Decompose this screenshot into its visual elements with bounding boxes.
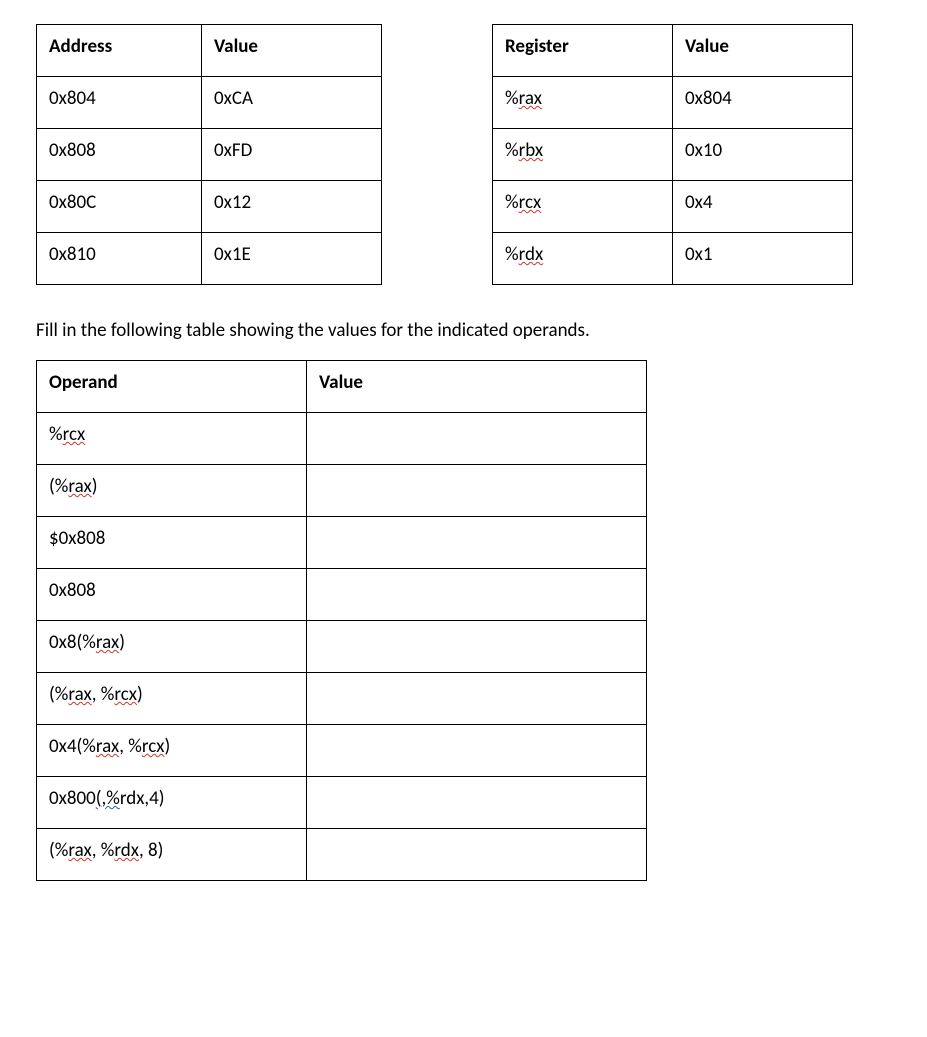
table-row: %rax 0x804 xyxy=(493,77,853,129)
memory-value: 0xCA xyxy=(202,77,382,129)
table-row: 0x808 0xFD xyxy=(37,129,382,181)
register-header-register: Register xyxy=(493,25,673,77)
operand-value-cell xyxy=(307,621,647,673)
operand-cell: (%rax, %rcx) xyxy=(37,673,307,725)
register-table: Register Value %rax 0x804 %rbx 0x10 %rcx… xyxy=(492,24,853,285)
register-name: %rcx xyxy=(493,181,673,233)
table-row: 0x8(%rax) xyxy=(37,621,647,673)
register-value: 0x10 xyxy=(673,129,853,181)
register-name: %rdx xyxy=(493,233,673,285)
memory-value: 0x1E xyxy=(202,233,382,285)
register-value: 0x4 xyxy=(673,181,853,233)
table-row: 0x800(,%rdx,4) xyxy=(37,777,647,829)
operand-value-cell xyxy=(307,673,647,725)
memory-value: 0x12 xyxy=(202,181,382,233)
table-row: 0x808 xyxy=(37,569,647,621)
memory-address: 0x808 xyxy=(37,129,202,181)
top-tables-row: Address Value 0x804 0xCA 0x808 0xFD 0x80… xyxy=(36,24,891,285)
table-header-row: Operand Value xyxy=(37,361,647,413)
register-header-value: Value xyxy=(673,25,853,77)
memory-table: Address Value 0x804 0xCA 0x808 0xFD 0x80… xyxy=(36,24,382,285)
table-row: %rbx 0x10 xyxy=(493,129,853,181)
table-row: (%rax, %rcx) xyxy=(37,673,647,725)
memory-value: 0xFD xyxy=(202,129,382,181)
memory-header-value: Value xyxy=(202,25,382,77)
operand-header-value: Value xyxy=(307,361,647,413)
table-row: 0x810 0x1E xyxy=(37,233,382,285)
table-row: (%rax, %rdx, 8) xyxy=(37,829,647,881)
table-row: (%rax) xyxy=(37,465,647,517)
operand-cell: %rcx xyxy=(37,413,307,465)
operand-value-cell xyxy=(307,517,647,569)
operand-header-operand: Operand xyxy=(37,361,307,413)
memory-address: 0x80C xyxy=(37,181,202,233)
operand-cell: 0x800(,%rdx,4) xyxy=(37,777,307,829)
memory-address: 0x804 xyxy=(37,77,202,129)
operand-cell: $0x808 xyxy=(37,517,307,569)
operand-value-cell xyxy=(307,569,647,621)
operand-cell: (%rax, %rdx, 8) xyxy=(37,829,307,881)
operand-value-cell xyxy=(307,829,647,881)
table-header-row: Register Value xyxy=(493,25,853,77)
operand-value-cell xyxy=(307,413,647,465)
operand-cell: 0x8(%rax) xyxy=(37,621,307,673)
table-row: 0x804 0xCA xyxy=(37,77,382,129)
operand-cell: 0x4(%rax, %rcx) xyxy=(37,725,307,777)
instruction-text: Fill in the following table showing the … xyxy=(36,319,891,342)
register-name: %rax xyxy=(493,77,673,129)
table-row: 0x80C 0x12 xyxy=(37,181,382,233)
register-value: 0x1 xyxy=(673,233,853,285)
operand-value-cell xyxy=(307,777,647,829)
table-row: 0x4(%rax, %rcx) xyxy=(37,725,647,777)
operand-cell: 0x808 xyxy=(37,569,307,621)
register-value: 0x804 xyxy=(673,77,853,129)
operand-value-cell xyxy=(307,465,647,517)
operand-table: Operand Value %rcx(%rax)$0x8080x8080x8(%… xyxy=(36,360,647,881)
register-name: %rbx xyxy=(493,129,673,181)
table-row: %rcx xyxy=(37,413,647,465)
table-row: %rcx 0x4 xyxy=(493,181,853,233)
table-row: $0x808 xyxy=(37,517,647,569)
table-row: %rdx 0x1 xyxy=(493,233,853,285)
operand-cell: (%rax) xyxy=(37,465,307,517)
operand-value-cell xyxy=(307,725,647,777)
table-header-row: Address Value xyxy=(37,25,382,77)
memory-address: 0x810 xyxy=(37,233,202,285)
memory-header-address: Address xyxy=(37,25,202,77)
